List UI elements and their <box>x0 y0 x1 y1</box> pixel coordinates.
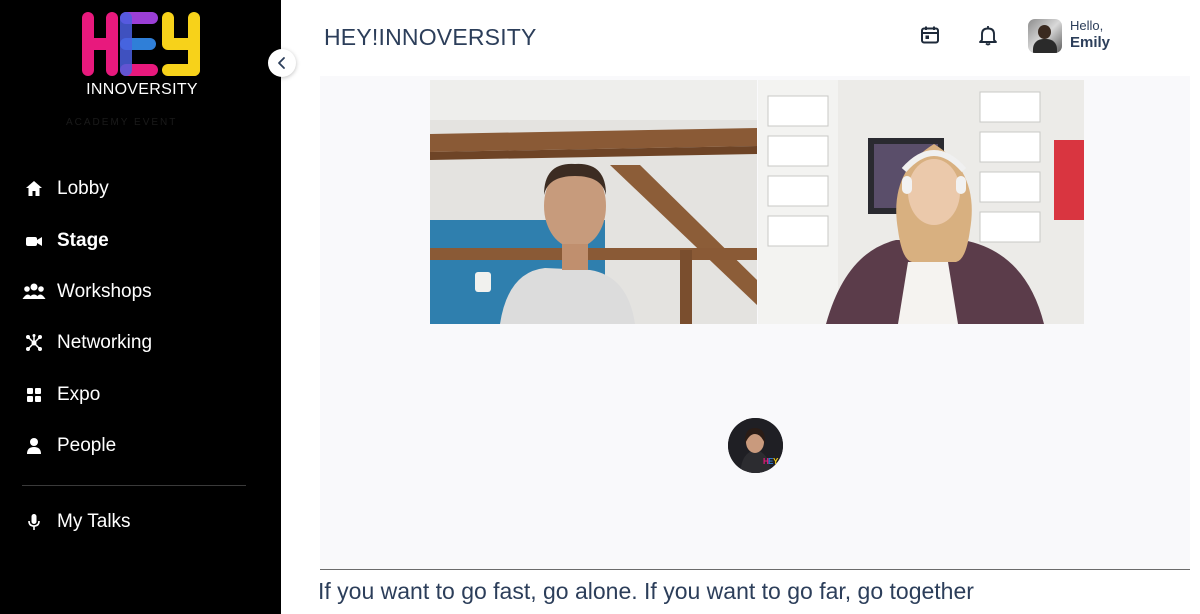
video-tile-speaker-2[interactable] <box>758 80 1084 324</box>
calendar-button[interactable] <box>917 22 943 48</box>
user-name: Emily <box>1070 34 1111 51</box>
top-header: HEY!INNOVERSITY Hello, Emily <box>281 0 1200 76</box>
sidebar-item-my-talks[interactable]: My Talks <box>22 507 131 537</box>
sidebar-item-label: Stage <box>57 230 109 251</box>
video-feed-man <box>430 80 757 324</box>
hey-innoversity-logo[interactable]: INNOVERSITY <box>80 12 204 98</box>
user-avatar[interactable] <box>1028 19 1062 53</box>
logo-tagline: ACADEMY EVENT <box>66 117 178 128</box>
scrollbar[interactable] <box>1190 76 1200 614</box>
page-title: HEY!INNOVERSITY <box>324 24 537 50</box>
video-feed-woman <box>758 80 1084 324</box>
active-speaker-avatar[interactable]: H E Y <box>728 418 783 473</box>
bell-icon <box>979 26 997 46</box>
logo-letters <box>82 12 200 76</box>
sidebar-item-lobby[interactable]: Lobby <box>22 174 109 204</box>
camera-icon <box>22 229 46 253</box>
stage-quote: If you want to go fast, go alone. If you… <box>318 578 974 604</box>
greeting-label: Hello, <box>1070 18 1104 33</box>
person-icon <box>22 434 46 458</box>
notifications-button[interactable] <box>975 22 1001 48</box>
microphone-icon <box>22 510 46 534</box>
sidebar-item-label: My Talks <box>57 511 131 532</box>
sidebar: INNOVERSITY ACADEMY EVENT Lobby Stage Wo… <box>0 0 281 614</box>
sidebar-divider <box>22 485 246 486</box>
video-tile-speaker-1[interactable] <box>430 80 757 324</box>
sidebar-item-expo[interactable]: Expo <box>22 380 100 410</box>
sidebar-item-stage[interactable]: Stage <box>22 226 109 256</box>
sidebar-item-workshops[interactable]: Workshops <box>22 277 152 307</box>
sidebar-item-label: Workshops <box>57 281 152 302</box>
collapse-sidebar-button[interactable] <box>268 49 296 77</box>
sidebar-item-networking[interactable]: Networking <box>22 328 152 358</box>
stage-divider <box>320 569 1190 570</box>
sidebar-item-label: People <box>57 435 117 456</box>
speaker-photo: H E Y <box>728 418 783 473</box>
sidebar-item-people[interactable]: People <box>22 431 116 461</box>
avatar-body <box>1033 39 1057 53</box>
home-icon <box>22 177 46 201</box>
sidebar-item-label: Expo <box>57 384 101 405</box>
sidebar-item-label: Networking <box>57 332 153 353</box>
chevron-left-icon <box>278 57 285 69</box>
sidebar-item-label: Lobby <box>57 178 109 199</box>
group-icon <box>22 280 46 304</box>
grid-icon <box>22 383 46 407</box>
avatar-head <box>1038 25 1051 39</box>
user-greeting[interactable]: Hello, Emily <box>1070 18 1110 52</box>
network-icon <box>22 331 46 355</box>
logo-wordmark: INNOVERSITY <box>86 81 198 98</box>
calendar-icon <box>921 26 939 44</box>
